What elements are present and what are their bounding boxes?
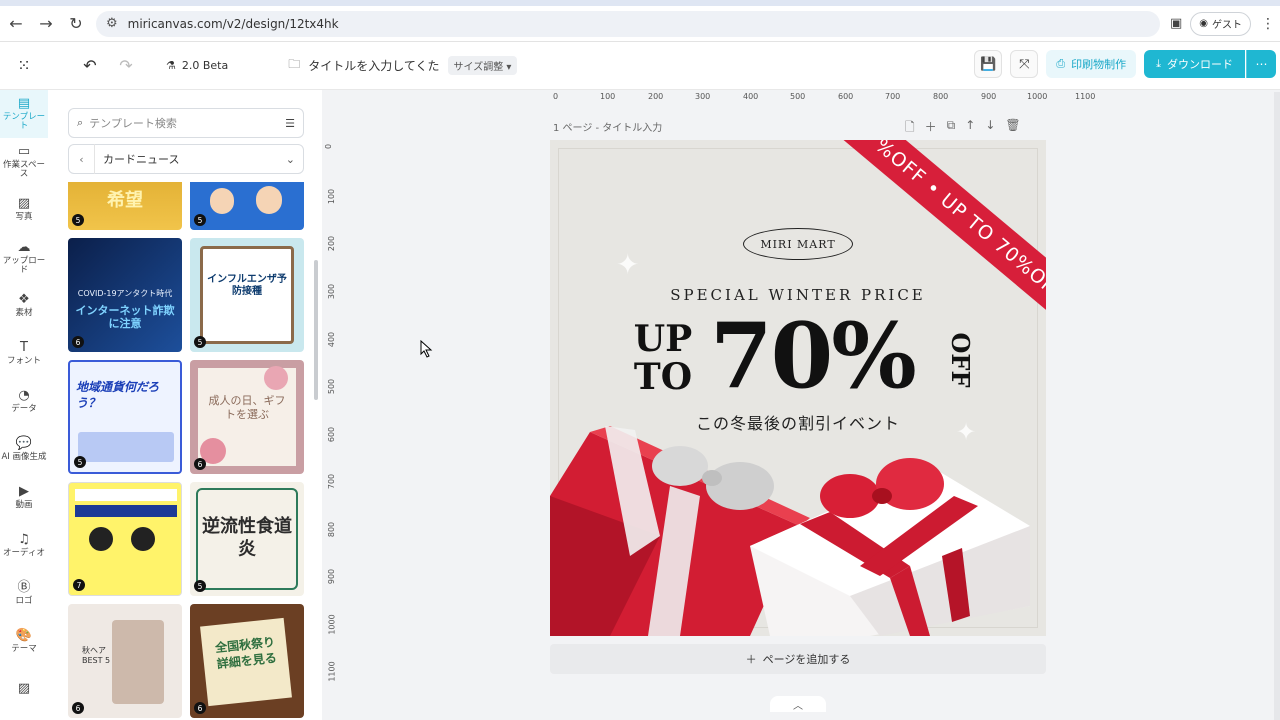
- rail-item-theme[interactable]: 🎨 テーマ: [0, 618, 48, 666]
- ruler-top: 0 100 200 300 400 500 600 700 800 900 10…: [553, 92, 1096, 101]
- off-text: OFF: [946, 332, 975, 388]
- page-toolbar: 🗋 ＋ ⧉ ↑ ↓ 🗑: [905, 118, 1021, 139]
- chevron-up-icon[interactable]: ︿: [770, 696, 826, 712]
- chevron-down-icon: ⌄: [285, 152, 295, 166]
- browser-menu-icon[interactable]: ⋮: [1261, 16, 1275, 32]
- design-page[interactable]: %OFF • UP TO 70%OFF ✦ ✦ MIRI MART SPECIA…: [550, 140, 1046, 636]
- canvas-scrollbar[interactable]: [1274, 92, 1280, 720]
- discount-percent: 70%: [710, 303, 917, 409]
- template-panel: ⌕ テンプレート検索 ☰ ‹ カードニュース ⌄ 希望 5 5 COVID-19…: [56, 98, 312, 720]
- reload-icon[interactable]: ↻: [62, 10, 90, 38]
- person-icon: ◉: [1199, 18, 1209, 29]
- theme-icon: 🎨: [15, 628, 33, 644]
- template-card[interactable]: 5: [190, 182, 304, 230]
- plus-icon: ＋: [745, 653, 757, 666]
- print-button[interactable]: ⎙ 印刷物制作: [1046, 50, 1137, 78]
- template-card[interactable]: 逆流性食道炎 5: [190, 482, 304, 596]
- profile-label: ゲスト: [1212, 20, 1243, 31]
- duplicate-page-icon[interactable]: ⧉: [947, 118, 956, 139]
- template-card[interactable]: 秋ヘア BEST 5 6: [68, 604, 182, 718]
- page-memo-icon[interactable]: 🗋: [905, 118, 915, 139]
- rail-item-data[interactable]: ◔ データ: [0, 378, 48, 426]
- version-info[interactable]: ⚗ 2.0 Beta: [166, 59, 228, 72]
- template-search-input[interactable]: ⌕ テンプレート検索 ☰: [68, 108, 304, 138]
- delete-page-icon[interactable]: 🗑: [1005, 118, 1020, 139]
- audio-icon: ♫: [18, 532, 30, 548]
- rail-item-elements[interactable]: ❖ 素材: [0, 282, 48, 330]
- rail-item-pattern[interactable]: ▨: [0, 666, 48, 714]
- chart-icon: ◔: [18, 388, 30, 404]
- rail-item-upload[interactable]: ☁ アップロード: [0, 234, 48, 282]
- ai-image-icon: 💬: [15, 436, 33, 452]
- print-icon: ⎙: [1056, 57, 1066, 70]
- rail-item-font[interactable]: T フォント: [0, 330, 48, 378]
- app-header: ⁙ ↶ ↷ ⚗ 2.0 Beta 🗀 タイトルを入力してくた サイズ調整 ▾ 💾…: [0, 42, 1280, 90]
- brand-logo: MIRI MART: [743, 228, 853, 260]
- mouse-cursor-icon: [420, 340, 433, 358]
- undo-icon[interactable]: ↶: [72, 48, 108, 84]
- site-info-icon[interactable]: ⚙: [106, 16, 118, 31]
- move-up-icon[interactable]: ↑: [965, 118, 975, 139]
- rail-item-ai-image[interactable]: 💬 AI 画像生成: [0, 426, 48, 474]
- template-card[interactable]: インフルエンザ予防接種 5: [190, 238, 304, 352]
- template-card[interactable]: COVID-19アンタクト時代 インターネット詐欺に注意 6: [68, 238, 182, 352]
- panel-scrollbar[interactable]: [314, 260, 318, 400]
- search-icon: ⌕: [77, 116, 84, 129]
- rail-item-logo[interactable]: Ⓑ ロゴ: [0, 570, 48, 618]
- forward-icon[interactable]: →: [32, 10, 60, 38]
- title-input[interactable]: タイトルを入力してくた: [308, 57, 439, 74]
- template-card[interactable]: 希望 5: [68, 182, 182, 230]
- rail-item-photo[interactable]: ▨ 写真: [0, 186, 48, 234]
- sidepanel-icon[interactable]: ▣: [1170, 16, 1182, 31]
- font-icon: T: [20, 340, 28, 356]
- rail-item-video[interactable]: ▶ 動画: [0, 474, 48, 522]
- redo-icon[interactable]: ↷: [108, 48, 144, 84]
- video-icon: ▶: [19, 484, 29, 500]
- rail-item-template[interactable]: ▤ テンプレート: [0, 90, 48, 138]
- back-icon[interactable]: ←: [2, 10, 30, 38]
- category-select[interactable]: ‹ カードニュース ⌄: [68, 144, 304, 174]
- ruler-left: 0 100 200 300 400 500 600 700 800 900 10…: [324, 143, 337, 682]
- share-icon[interactable]: ⤧: [1010, 50, 1039, 78]
- flask-icon: ⚗: [166, 59, 176, 72]
- folder-move-icon[interactable]: 🗀: [288, 55, 300, 76]
- upload-icon: ☁: [17, 239, 31, 255]
- url-text: miricanvas.com/v2/design/12tx4hk: [127, 16, 339, 31]
- version-label: 2.0 Beta: [181, 59, 229, 72]
- rail-item-workspace[interactable]: ▭ 作業スペース: [0, 138, 48, 186]
- template-card[interactable]: 全国秋祭り 詳細を見る 6: [190, 604, 304, 718]
- address-bar[interactable]: ⚙ miricanvas.com/v2/design/12tx4hk: [96, 10, 1160, 37]
- rail-item-audio[interactable]: ♫ オーディオ: [0, 522, 48, 570]
- add-page-button[interactable]: ＋ ページを追加する: [550, 644, 1046, 674]
- add-page-icon[interactable]: ＋: [925, 118, 937, 139]
- move-down-icon[interactable]: ↓: [985, 118, 995, 139]
- sparkle-icon: ✦: [616, 248, 640, 281]
- logo-icon: Ⓑ: [17, 580, 31, 596]
- up-to-text: UP TO: [633, 318, 693, 398]
- pattern-icon: ▨: [17, 680, 31, 696]
- page-title-label[interactable]: 1 ページ - タイトル入力: [553, 119, 662, 134]
- template-card[interactable]: 成人の日、ギフトを選ぶ 6: [190, 360, 304, 474]
- profile-button[interactable]: ◉ ゲスト: [1190, 11, 1252, 36]
- elements-icon: ❖: [18, 292, 30, 308]
- more-options-icon[interactable]: ⋯: [1246, 50, 1276, 78]
- apps-grid-icon[interactable]: ⁙: [6, 48, 42, 84]
- chevron-left-icon[interactable]: ‹: [69, 144, 95, 174]
- photo-icon: ▨: [17, 196, 31, 212]
- download-icon: ⤓: [1156, 57, 1161, 70]
- save-icon[interactable]: 💾: [974, 50, 1003, 78]
- resize-button[interactable]: サイズ調整 ▾: [447, 56, 518, 75]
- browser-toolbar: ← → ↻ ⚙ miricanvas.com/v2/design/12tx4hk…: [0, 6, 1280, 42]
- template-grid: 希望 5 5 COVID-19アンタクト時代 インターネット詐欺に注意 6 イン…: [68, 182, 304, 720]
- filter-icon[interactable]: ☰: [285, 117, 295, 130]
- template-card[interactable]: 地域通貨何だろう？ 5: [68, 360, 182, 474]
- promo-subtitle: SPECIAL WINTER PRICE: [670, 286, 926, 304]
- gift-boxes-illustration: [550, 426, 1030, 636]
- download-button[interactable]: ⤓ ダウンロード: [1144, 50, 1245, 78]
- left-rail: ▤ テンプレート ▭ 作業スペース ▨ 写真 ☁ アップロード ❖ 素材 T フォント ◔ デ…: [0, 90, 48, 720]
- template-icon: ▤: [17, 95, 31, 111]
- workspace-icon: ▭: [17, 143, 31, 159]
- template-card[interactable]: 7: [68, 482, 182, 596]
